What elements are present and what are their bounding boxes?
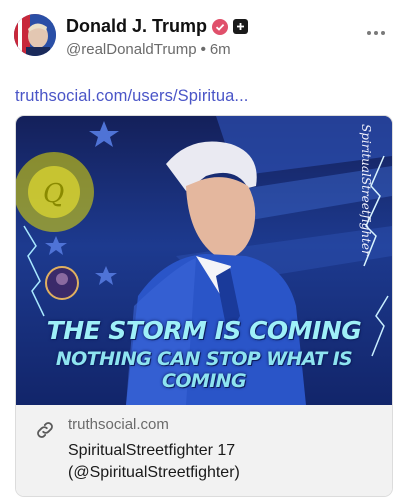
link-preview-card[interactable]: Q SpiritualStreetfighter THE STORM IS CO… bbox=[15, 115, 393, 497]
card-title-line1: SpiritualStreetfighter 17 bbox=[68, 442, 236, 459]
author-avatar[interactable] bbox=[14, 14, 56, 56]
author-meta: @realDonaldTrump • 6m bbox=[66, 41, 231, 58]
verified-check-icon bbox=[212, 18, 229, 35]
card-footer[interactable]: truthsocial.com SpiritualStreetfighter 1… bbox=[16, 405, 392, 496]
truth-post: Donald J. Trump @realDonaldTrump • 6m trut… bbox=[0, 0, 403, 500]
card-title-line2: (@SpiritualStreetfighter) bbox=[68, 464, 240, 481]
link-icon bbox=[34, 419, 56, 446]
more-options-icon[interactable] bbox=[367, 26, 389, 40]
image-title-text: THE STORM IS COMING bbox=[46, 316, 362, 345]
card-image[interactable]: Q SpiritualStreetfighter THE STORM IS CO… bbox=[16, 116, 392, 405]
image-subtitle-text: NOTHING CAN STOP WHAT IS COMING bbox=[55, 348, 353, 392]
post-timestamp[interactable]: 6m bbox=[210, 41, 231, 58]
post-link[interactable]: truthsocial.com/users/Spiritua... bbox=[15, 87, 248, 106]
author-handle[interactable]: @realDonaldTrump bbox=[66, 41, 197, 58]
card-domain: truthsocial.com bbox=[68, 416, 169, 433]
image-signature: SpiritualStreetfighter bbox=[359, 124, 373, 256]
author-name[interactable]: Donald J. Trump bbox=[66, 16, 207, 37]
card-title[interactable]: SpiritualStreetfighter 17 (@SpiritualStr… bbox=[68, 440, 368, 484]
plus-badge-icon bbox=[233, 19, 249, 34]
svg-text:Q: Q bbox=[43, 179, 64, 209]
meta-separator: • bbox=[200, 41, 206, 58]
